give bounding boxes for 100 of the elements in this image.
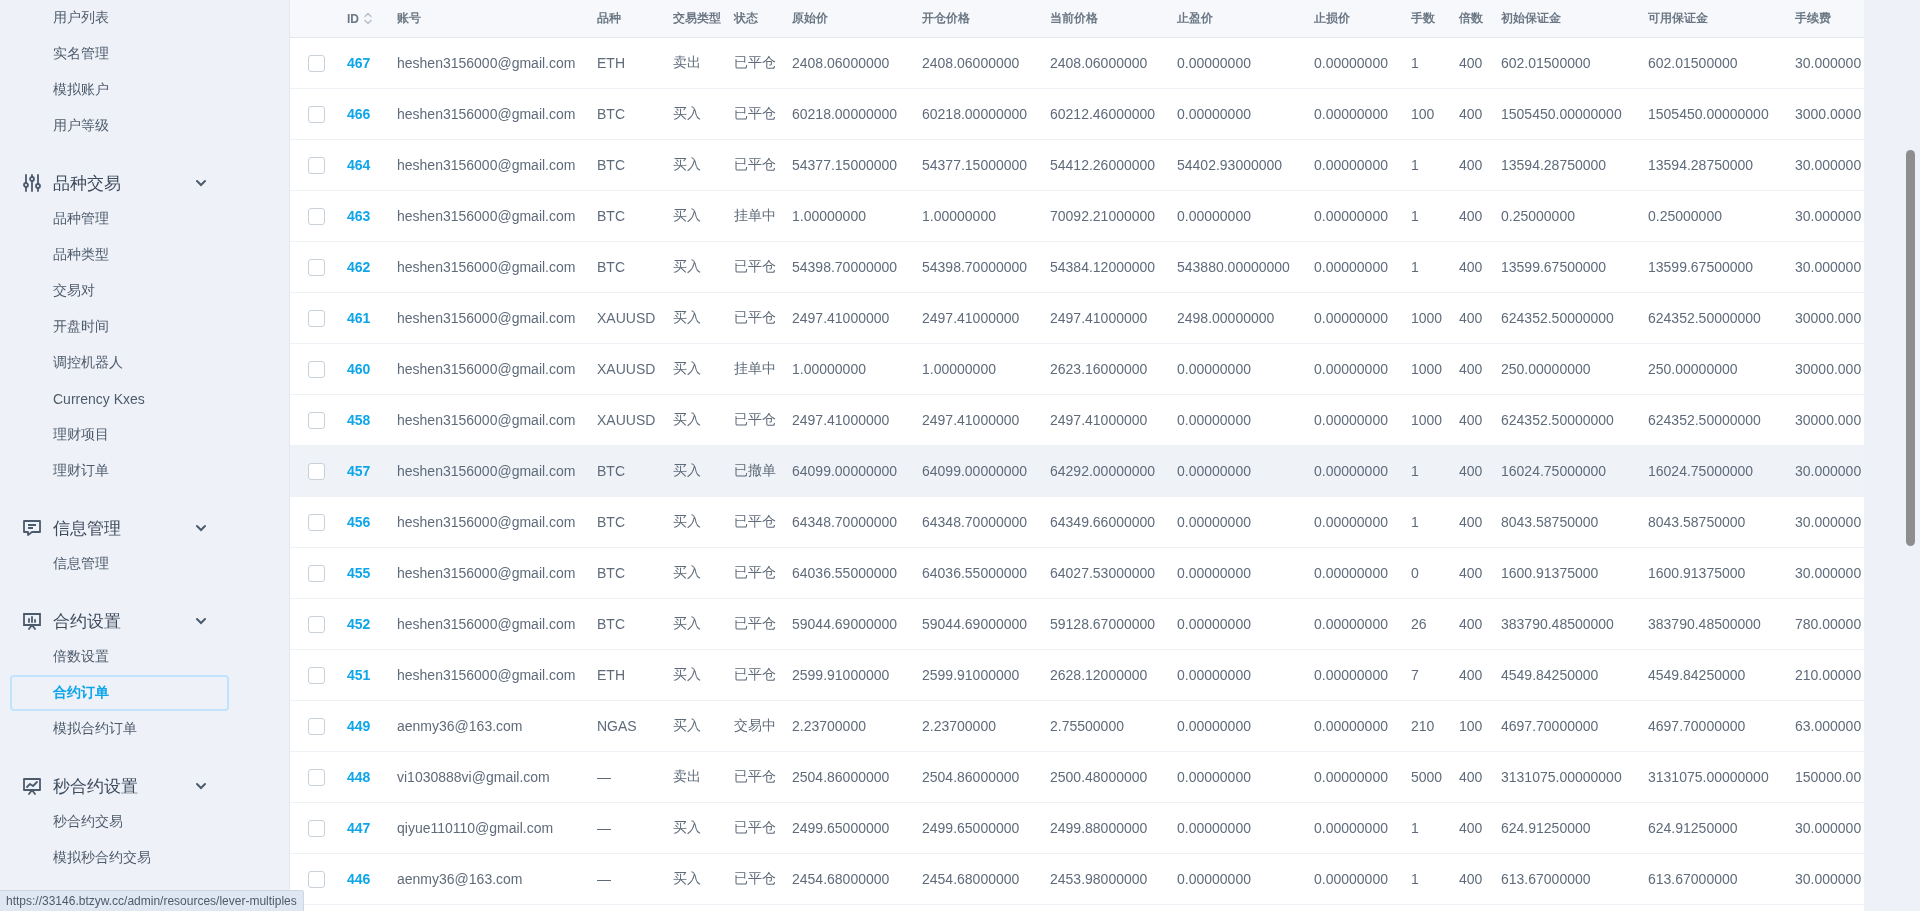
table-cell: 2504.86000000: [787, 751, 917, 803]
column-header: 止损价: [1314, 10, 1350, 27]
sidebar-item[interactable]: 秒合约交易: [10, 804, 229, 840]
table-cell: 543880.00000000: [1172, 241, 1309, 293]
column-header: 手续费: [1795, 10, 1831, 27]
status-url: https://33146.btzyw.cc/admin/resources/lever-multiples: [0, 890, 304, 911]
table-cell: heshen3156000@gmail.com: [392, 343, 592, 395]
sidebar-item[interactable]: 模拟账户: [10, 72, 229, 108]
table-cell: 已平仓: [729, 37, 787, 89]
table-cell: 13594.28750000: [1496, 139, 1643, 191]
row-checkbox[interactable]: [307, 309, 325, 327]
row-checkbox[interactable]: [307, 156, 325, 174]
table-cell: heshen3156000@gmail.com: [392, 598, 592, 650]
table-cell: 780.00000: [1790, 598, 1864, 650]
row-checkbox[interactable]: [307, 717, 325, 735]
table-cell: heshen3156000@gmail.com: [392, 190, 592, 242]
sort-icon[interactable]: [364, 12, 372, 25]
table-cell: 0.00000000: [1309, 241, 1406, 293]
row-checkbox[interactable]: [307, 207, 325, 225]
sidebar-item[interactable]: 理财项目: [10, 417, 229, 453]
table-cell: 30.000000: [1790, 802, 1864, 854]
table-cell: 624352.50000000: [1496, 394, 1643, 446]
table-cell: 13599.67500000: [1496, 241, 1643, 293]
table-cell: 1000: [1406, 343, 1454, 395]
table-cell: 0.00000000: [1309, 598, 1406, 650]
sidebar-item[interactable]: 调控机器人: [10, 345, 229, 381]
table-cell: 1: [1406, 37, 1454, 89]
sidebar-item[interactable]: 品种类型: [10, 237, 229, 273]
table-cell: 30.000000: [1790, 445, 1864, 497]
sidebar-item[interactable]: 用户列表: [10, 0, 229, 36]
scrollbar-thumb[interactable]: [1906, 150, 1915, 546]
chat-icon: [22, 518, 42, 538]
sidebar-item[interactable]: 模拟秒合约交易: [10, 840, 229, 876]
row-checkbox[interactable]: [307, 819, 325, 837]
table-cell: 0.00000000: [1172, 190, 1309, 242]
menu-group-title[interactable]: 信息管理: [53, 516, 195, 540]
table-cell: 2623.16000000: [1045, 343, 1172, 395]
chevron-icon[interactable]: [195, 782, 207, 790]
table-cell: BTC: [592, 496, 668, 548]
sidebar-item[interactable]: 开盘时间: [10, 309, 229, 345]
table-cell: heshen3156000@gmail.com: [392, 394, 592, 446]
table-cell: 已平仓: [729, 751, 787, 803]
table-cell: 买入: [668, 853, 729, 905]
table-cell: 买入: [668, 445, 729, 497]
table-cell: BTC: [592, 241, 668, 293]
row-checkbox[interactable]: [307, 105, 325, 123]
table-cell: 买入: [668, 547, 729, 599]
menu-group-title[interactable]: 秒合约设置: [53, 774, 195, 798]
row-checkbox[interactable]: [307, 411, 325, 429]
column-header[interactable]: ID: [347, 11, 359, 26]
row-checkbox[interactable]: [307, 462, 325, 480]
table-cell: 54398.70000000: [787, 241, 917, 293]
column-header: 初始保证金: [1501, 10, 1561, 27]
row-checkbox[interactable]: [307, 54, 325, 72]
row-checkbox[interactable]: [307, 564, 325, 582]
table-cell: —: [592, 802, 668, 854]
table-cell: 5000: [1406, 751, 1454, 803]
table-cell: 60218.00000000: [917, 88, 1045, 140]
sidebar-item[interactable]: 品种管理: [10, 201, 229, 237]
row-checkbox[interactable]: [307, 513, 325, 531]
table-cell: 2497.41000000: [917, 292, 1045, 344]
table-cell: BTC: [592, 190, 668, 242]
sidebar-item[interactable]: 实名管理: [10, 36, 229, 72]
table-cell: heshen3156000@gmail.com: [392, 292, 592, 344]
chevron-icon[interactable]: [195, 617, 207, 625]
row-checkbox[interactable]: [307, 360, 325, 378]
row-checkbox[interactable]: [307, 615, 325, 633]
table-cell: vi1030888vi@gmail.com: [392, 751, 592, 803]
row-checkbox[interactable]: [307, 768, 325, 786]
table-cell: 已平仓: [729, 394, 787, 446]
table-cell: 已平仓: [729, 241, 787, 293]
sidebar-item[interactable]: 信息管理: [10, 546, 229, 582]
row-checkbox[interactable]: [307, 666, 325, 684]
table-cell: 0.00000000: [1172, 496, 1309, 548]
table-cell: 1505450.00000000: [1643, 88, 1790, 140]
chevron-icon[interactable]: [195, 524, 207, 532]
table-cell: 买入: [668, 88, 729, 140]
sidebar-item[interactable]: 用户等级: [10, 108, 229, 144]
sidebar-item[interactable]: 理财订单: [10, 453, 229, 489]
sidebar-item[interactable]: Currency Kxes: [10, 381, 229, 417]
table-cell: 59128.67000000: [1045, 598, 1172, 650]
table-cell: 602.01500000: [1643, 37, 1790, 89]
presentation-icon: [22, 611, 42, 631]
table-cell: 624352.50000000: [1643, 292, 1790, 344]
table-cell: 2628.12000000: [1045, 649, 1172, 701]
table-cell: 0.25000000: [1643, 190, 1790, 242]
table-cell: 0.00000000: [1172, 37, 1309, 89]
table-cell: 59044.69000000: [917, 598, 1045, 650]
table-cell: 2500.48000000: [1045, 751, 1172, 803]
sidebar-item[interactable]: 交易对: [10, 273, 229, 309]
menu-group-title[interactable]: 品种交易: [53, 171, 195, 195]
sidebar-item[interactable]: 倍数设置: [10, 639, 229, 675]
table-cell: 2454.68000000: [787, 853, 917, 905]
row-checkbox[interactable]: [307, 870, 325, 888]
chevron-icon[interactable]: [195, 179, 207, 187]
table-cell: 54402.93000000: [1172, 139, 1309, 191]
sidebar-item[interactable]: 模拟合约订单: [10, 711, 229, 747]
table-cell: 买入: [668, 496, 729, 548]
menu-group-title[interactable]: 合约设置: [53, 609, 195, 633]
row-checkbox[interactable]: [307, 258, 325, 276]
